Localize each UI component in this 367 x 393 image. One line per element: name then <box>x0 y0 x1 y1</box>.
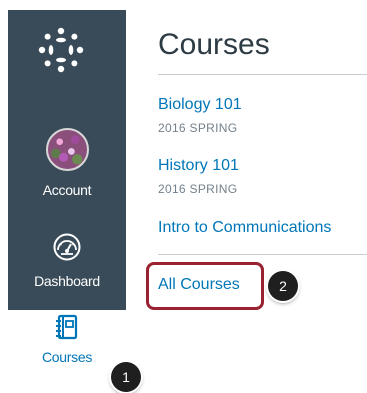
sidebar-item-label: Dashboard <box>34 273 100 289</box>
global-navigation-sidebar: Account Dashboard Courses <box>8 10 126 382</box>
course-link-intro-to-communications[interactable]: Intro to Communications <box>158 219 331 237</box>
divider <box>158 254 367 255</box>
sidebar-item-label: Account <box>42 182 92 198</box>
canvas-logo-icon[interactable] <box>38 27 84 73</box>
all-courses-link[interactable]: All Courses <box>158 276 240 294</box>
course-term: 2016 SPRING <box>158 182 238 196</box>
tray-title: Courses <box>158 28 270 61</box>
sidebar-item-dashboard[interactable]: Dashboard <box>8 232 126 302</box>
callout-badge-1: 1 <box>111 362 141 392</box>
callout-badge-2: 2 <box>268 271 298 301</box>
avatar <box>45 128 89 171</box>
course-link-history-101[interactable]: History 101 <box>158 157 239 175</box>
sidebar-item-label: Courses <box>41 349 93 365</box>
course-term: 2016 SPRING <box>158 121 238 135</box>
dashboard-gauge-icon <box>53 233 81 261</box>
course-link-biology-101[interactable]: Biology 101 <box>158 96 242 114</box>
sidebar-item-account[interactable]: Account <box>8 128 126 208</box>
courses-tray: Courses Biology 101 2016 SPRING History … <box>126 10 367 382</box>
divider <box>158 74 367 75</box>
courses-book-icon <box>56 314 78 340</box>
sidebar-item-courses[interactable]: Courses <box>8 310 126 382</box>
